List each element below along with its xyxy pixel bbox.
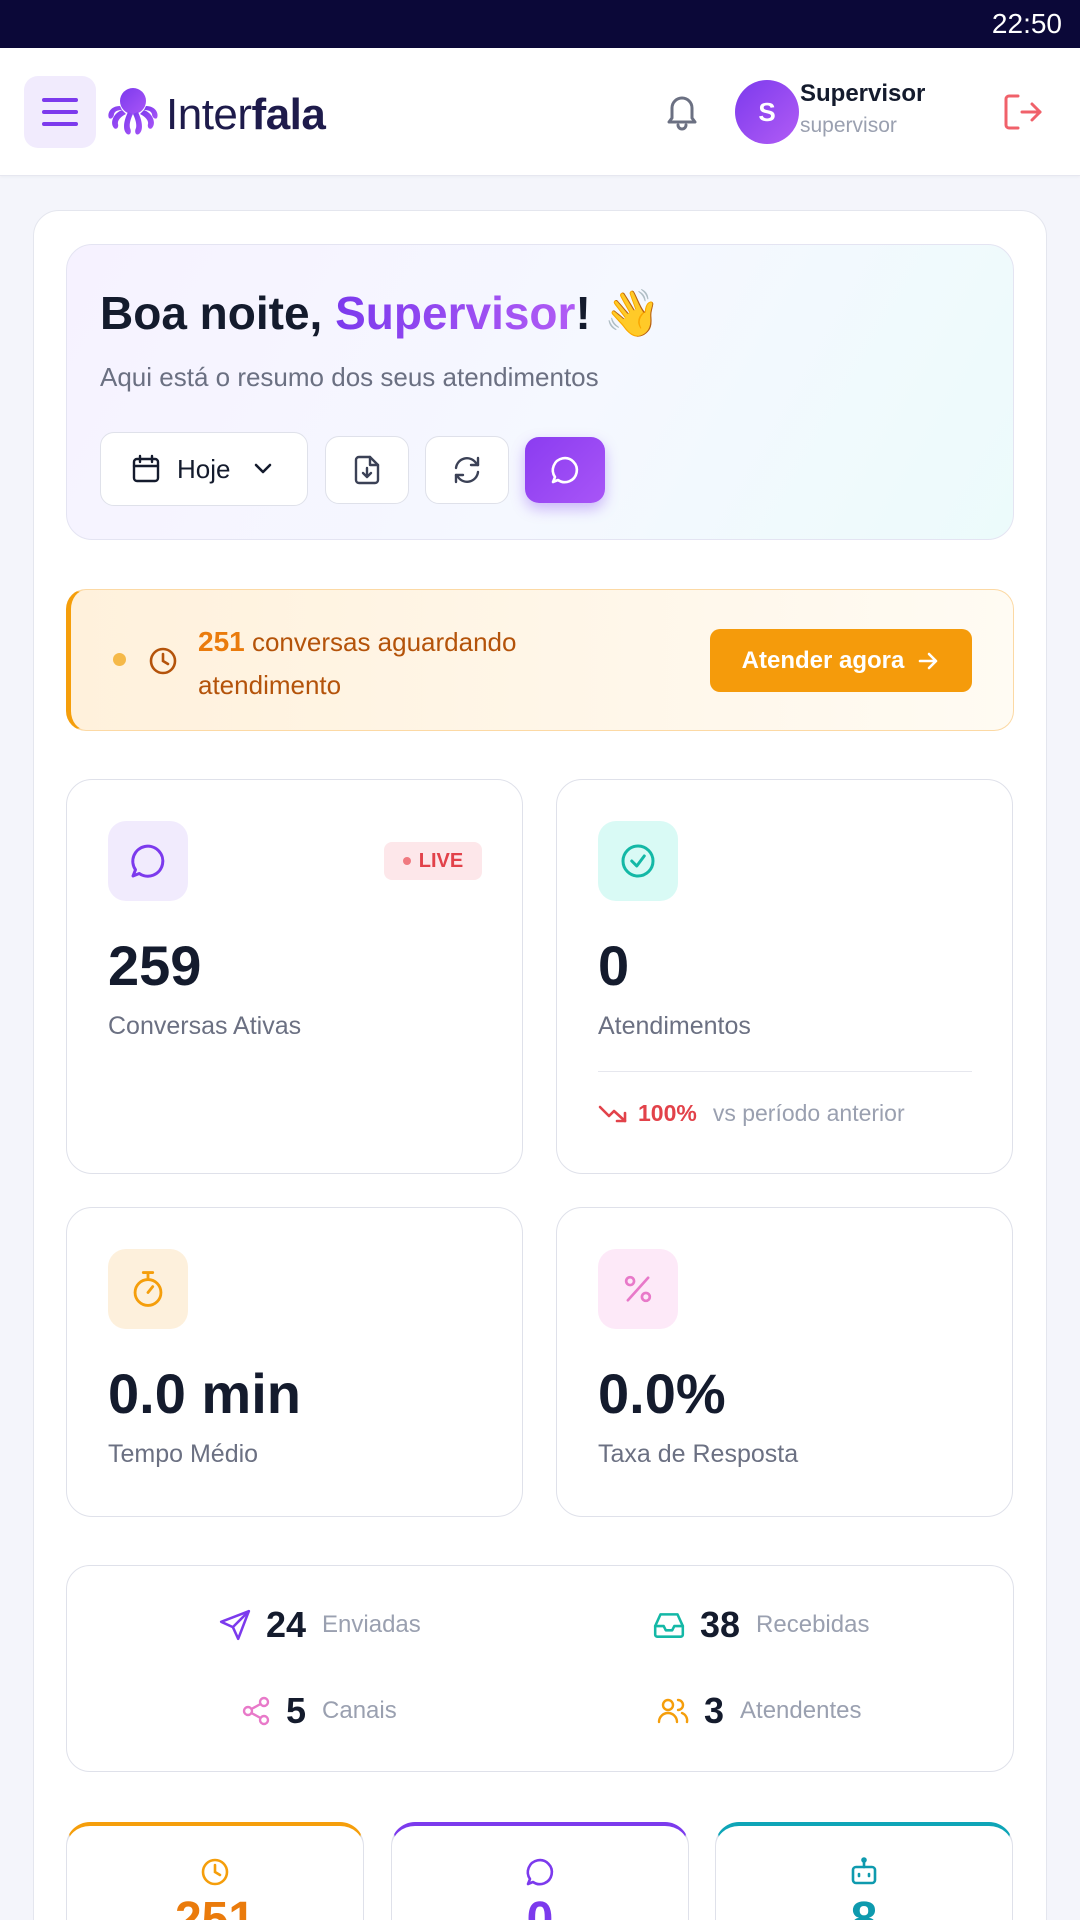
response-rate-label: Taxa de Resposta <box>598 1440 799 1468</box>
status-bar: 22:50 <box>0 0 1080 48</box>
bot-icon <box>851 1857 877 1885</box>
trending-down-icon <box>598 1105 627 1122</box>
summary-sent: 24 Enviadas <box>218 1604 421 1646</box>
queue-bot-count: 8 <box>850 1893 878 1920</box>
alert-count: 251 <box>198 626 245 657</box>
queue-card-in-progress[interactable]: 0 <box>391 1822 689 1920</box>
summary-received: 38 Recebidas <box>652 1604 869 1646</box>
attendances-trend: 100% vs período anterior <box>598 1100 905 1127</box>
queue-card-bot[interactable]: 8 <box>715 1822 1013 1920</box>
sent-count: 24 <box>266 1604 307 1645</box>
inbox-icon <box>653 1613 685 1638</box>
brand-name: Interfala <box>166 90 326 140</box>
active-conversations-value: 259 <box>108 934 202 997</box>
alert-message: 251 conversas aguardando atendimento <box>198 620 638 707</box>
message-circle-icon <box>526 1858 554 1886</box>
summary-channels: 5 Canais <box>240 1690 397 1732</box>
alert-pulse-dot <box>113 653 126 666</box>
greeting-user-name: Supervisor <box>335 287 576 339</box>
menu-button[interactable] <box>24 76 96 148</box>
channels-count: 5 <box>286 1690 307 1731</box>
received-count: 38 <box>700 1604 741 1645</box>
period-select[interactable]: Hoje <box>100 432 308 506</box>
refresh-icon <box>454 456 480 484</box>
attendances-label: Atendimentos <box>598 1012 751 1040</box>
alert-text: conversas aguardando atendimento <box>198 627 517 700</box>
attend-now-button[interactable]: Atender agora <box>710 629 972 692</box>
calendar-icon <box>132 454 160 483</box>
clock-icon <box>149 647 177 675</box>
live-dot <box>402 857 411 865</box>
message-circle-icon <box>131 844 165 878</box>
agents-label: Atendentes <box>740 1697 862 1724</box>
refresh-button[interactable] <box>425 436 509 504</box>
greeting-suffix: ! 👋 <box>575 287 661 339</box>
stat-icon-box <box>108 821 188 901</box>
greeting-title: Boa noite, Supervisor! 👋 <box>100 286 661 341</box>
user-role: supervisor <box>800 114 897 137</box>
export-button[interactable] <box>325 436 409 504</box>
hamburger-menu-icon <box>42 98 78 126</box>
message-summary <box>66 1565 1014 1772</box>
share-icon <box>242 1696 270 1726</box>
trend-percent: 100% <box>638 1100 697 1126</box>
queue-waiting-count: 251 <box>174 1893 256 1920</box>
octopus-logo-icon <box>108 88 158 135</box>
average-time-value: 0.0 min <box>108 1362 301 1425</box>
queue-card-waiting[interactable]: 251 <box>66 1822 364 1920</box>
arrow-right-icon <box>919 652 938 669</box>
trend-compare-label: vs período anterior <box>712 1100 905 1126</box>
notification-bell-icon[interactable] <box>660 88 704 132</box>
send-icon <box>219 1609 251 1641</box>
stat-icon-box <box>108 1249 188 1329</box>
check-circle-icon <box>621 844 655 878</box>
chevron-down-icon <box>255 463 272 474</box>
live-badge: LIVE <box>384 842 482 880</box>
users-icon <box>657 1698 689 1724</box>
chat-button[interactable] <box>525 437 605 503</box>
status-time: 22:50 <box>991 8 1062 39</box>
message-circle-icon <box>551 456 579 484</box>
card-divider <box>598 1071 972 1072</box>
active-conversations-label: Conversas Ativas <box>108 1012 302 1040</box>
brand-name-part1: Inter <box>166 90 252 139</box>
attendances-value: 0 <box>598 934 630 997</box>
live-badge-label: LIVE <box>418 849 464 872</box>
stat-icon-box <box>598 1249 678 1329</box>
user-name: Supervisor <box>800 80 926 107</box>
logout-icon[interactable] <box>1000 90 1044 134</box>
user-avatar[interactable]: S <box>735 80 799 144</box>
received-label: Recebidas <box>756 1611 870 1638</box>
average-time-label: Tempo Médio <box>108 1440 259 1468</box>
stopwatch-icon <box>133 1271 163 1307</box>
stat-icon-box <box>598 821 678 901</box>
attend-now-label: Atender agora <box>741 646 905 674</box>
file-download-icon <box>354 455 380 485</box>
app-header: Interfala S Supervisor supervisor <box>0 48 1080 176</box>
period-value: Hoje <box>177 453 231 484</box>
queue-in-progress-count: 0 <box>526 1893 554 1920</box>
brand-name-part2: fala <box>251 90 326 139</box>
greeting-prefix: Boa noite, <box>100 287 336 339</box>
summary-agents: 3 Atendentes <box>656 1690 861 1732</box>
channels-label: Canais <box>322 1697 397 1724</box>
percent-icon <box>624 1275 652 1303</box>
sent-label: Enviadas <box>322 1611 421 1638</box>
greeting-subtitle: Aqui está o resumo dos seus atendimentos <box>100 362 599 392</box>
clock-icon <box>201 1858 229 1886</box>
response-rate-value: 0.0% <box>598 1362 726 1425</box>
agents-count: 3 <box>704 1690 725 1731</box>
